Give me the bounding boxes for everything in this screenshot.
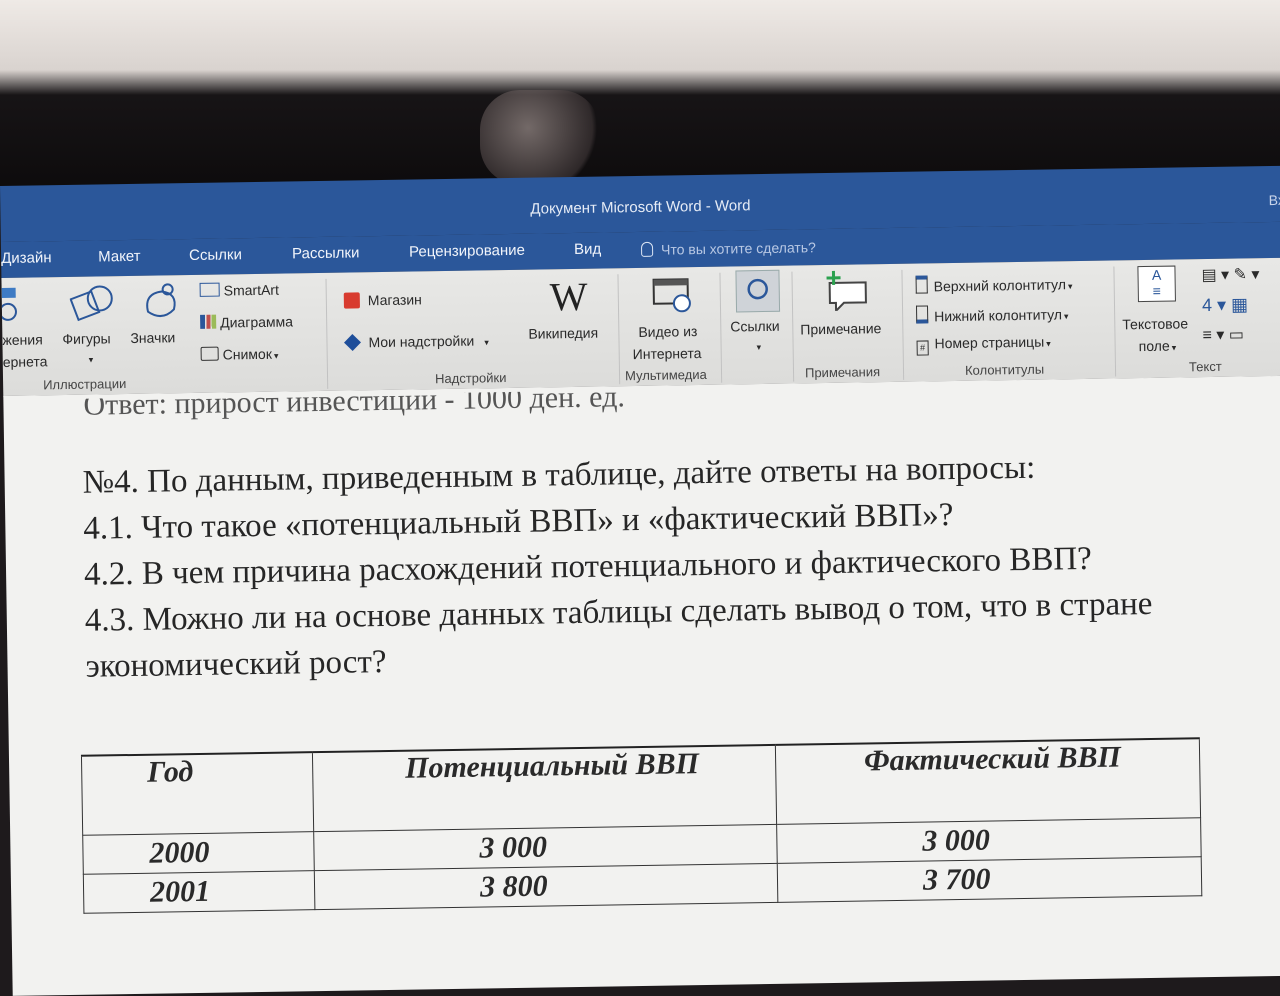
- addins-group-label: Надстройки: [434, 370, 507, 387]
- textbox-label-2-text: поле: [1138, 337, 1170, 355]
- illustrations-group-label: Иллюстрации: [43, 376, 127, 393]
- textbox-icon: A ≡: [1137, 265, 1176, 303]
- tell-me-box[interactable]: Что вы хотите сделать?: [640, 239, 816, 258]
- sign-in-link[interactable]: Вход: [1269, 192, 1280, 208]
- question-4-3-continued: экономический рост?: [85, 643, 387, 685]
- store-label: Магазин: [367, 291, 422, 309]
- footer-label: Нижний колонтитул: [934, 306, 1063, 325]
- store-button[interactable]: Магазин: [343, 291, 422, 309]
- screenshot-button[interactable]: Снимок ▾: [200, 345, 279, 363]
- shapes-button[interactable]: Фигуры: [62, 330, 111, 347]
- window-title: Документ Microsoft Word - Word: [530, 197, 751, 218]
- header-icon: [915, 275, 928, 294]
- tab-layout[interactable]: Макет: [98, 248, 141, 266]
- lightbulb-icon: [640, 241, 654, 257]
- page-number-label: Номер страницы: [934, 333, 1045, 352]
- chart-button[interactable]: Диаграмма: [200, 313, 294, 331]
- text-group-label: Текст: [1188, 358, 1222, 375]
- cell-potential-gdp: 3 800: [314, 863, 778, 910]
- question-4-1: 4.1. Что такое «потенциальный ВВП» и «фа…: [83, 497, 954, 547]
- camera-icon: [200, 346, 219, 361]
- gdp-table: Год Потенциальный ВВП Фактический ВВП 20…: [81, 737, 1202, 914]
- online-pictures-icon: [1, 287, 17, 321]
- page-number-icon: #: [916, 340, 929, 356]
- quick-parts-icon[interactable]: ▤ ▾ ✎ ▾: [1201, 264, 1259, 285]
- header-footer-group-label: Колонтитулы: [964, 361, 1045, 378]
- tab-mailings[interactable]: Рассылки: [292, 244, 360, 262]
- textbox-label-1[interactable]: Текстовое: [1122, 315, 1188, 332]
- wikipedia-button[interactable]: Википедия: [528, 325, 598, 342]
- header-year: Год: [81, 752, 314, 836]
- cell-year: 2001: [83, 870, 315, 914]
- group-separator: [901, 269, 905, 380]
- cell-actual-gdp: 3 700: [777, 856, 1202, 903]
- tell-me-text: Что вы хотите сделать?: [660, 239, 816, 258]
- group-separator: [791, 271, 795, 382]
- comments-group-label: Примечания: [804, 364, 881, 381]
- my-addins-button[interactable]: Мои надстройки ▾: [344, 332, 489, 351]
- textbox-label-2[interactable]: поле ▾: [1138, 337, 1177, 355]
- links-button[interactable]: Ссылки: [730, 318, 780, 335]
- header-button[interactable]: Верхний колонтитул ▾: [915, 273, 1073, 295]
- header-label: Верхний колонтитул: [933, 276, 1067, 295]
- group-separator: [617, 274, 621, 385]
- footer-button[interactable]: Нижний колонтитул ▾: [915, 303, 1069, 325]
- shapes-dropdown-icon[interactable]: ▾: [89, 355, 94, 366]
- media-group-label: Мультимедиа: [624, 366, 707, 384]
- smartart-button[interactable]: SmartArt: [199, 281, 280, 299]
- chart-icon: [200, 314, 217, 329]
- comment-button[interactable]: Примечание: [800, 320, 881, 337]
- online-pictures-label-1[interactable]: жения: [2, 331, 43, 348]
- group-separator: [719, 272, 723, 383]
- store-icon: [343, 292, 360, 309]
- cell-year: 2000: [82, 831, 315, 875]
- chart-label: Диаграмма: [220, 313, 294, 331]
- links-dropdown-icon[interactable]: ▾: [757, 342, 762, 353]
- wikipedia-icon: W: [549, 273, 588, 320]
- smartart-icon: [199, 282, 220, 297]
- cell-actual-gdp: 3 000: [776, 817, 1202, 864]
- wordart-icon[interactable]: 4 ▾ ▦: [1202, 294, 1248, 316]
- background-object: [480, 90, 600, 185]
- online-video-label-2[interactable]: Интернета: [633, 345, 702, 362]
- tab-review[interactable]: Рецензирование: [409, 242, 525, 261]
- shapes-icon: [69, 285, 113, 322]
- tab-view[interactable]: Вид: [574, 241, 601, 258]
- screenshot-label: Снимок: [222, 345, 272, 363]
- icons-icon: [146, 283, 176, 317]
- smartart-label: SmartArt: [223, 281, 280, 299]
- page-number-button[interactable]: # Номер страницы ▾: [916, 333, 1051, 356]
- ribbon-insert: жения ернета Фигуры ▾ Значки SmartArt Ди…: [1, 257, 1280, 397]
- online-video-label-1[interactable]: Видео из: [638, 323, 697, 340]
- footer-icon: [915, 305, 929, 324]
- question-title: №4. По данным, приведенным в таблице, да…: [82, 449, 1036, 501]
- monitor-bezel: [0, 0, 1280, 190]
- question-4-3: 4.3. Можно ли на основе данных таблицы с…: [84, 585, 1153, 639]
- tab-design[interactable]: Дизайн: [1, 249, 52, 267]
- online-pictures-label-2[interactable]: ернета: [3, 353, 48, 370]
- document-page[interactable]: Ответ: прирост инвестиций - 1000 ден. ед…: [3, 375, 1280, 996]
- word-window: Документ Microsoft Word - Word Вход Диза…: [0, 165, 1280, 996]
- group-separator: [1113, 266, 1117, 377]
- dropcap-icon[interactable]: ≡ ▾ ▭: [1202, 324, 1244, 345]
- header-actual-gdp: Фактический ВВП: [775, 738, 1201, 825]
- links-icon: [735, 269, 781, 313]
- tab-references[interactable]: Ссылки: [189, 246, 242, 264]
- group-separator: [325, 278, 329, 389]
- new-comment-icon: [826, 270, 867, 312]
- my-addins-label: Мои надстройки: [368, 332, 475, 351]
- question-4-2: 4.2. В чем причина расхождений потенциал…: [83, 540, 1093, 593]
- addins-icon: [344, 333, 361, 351]
- header-potential-gdp: Потенциальный ВВП: [312, 744, 777, 832]
- icons-button[interactable]: Значки: [130, 329, 175, 346]
- online-video-icon: [652, 278, 691, 313]
